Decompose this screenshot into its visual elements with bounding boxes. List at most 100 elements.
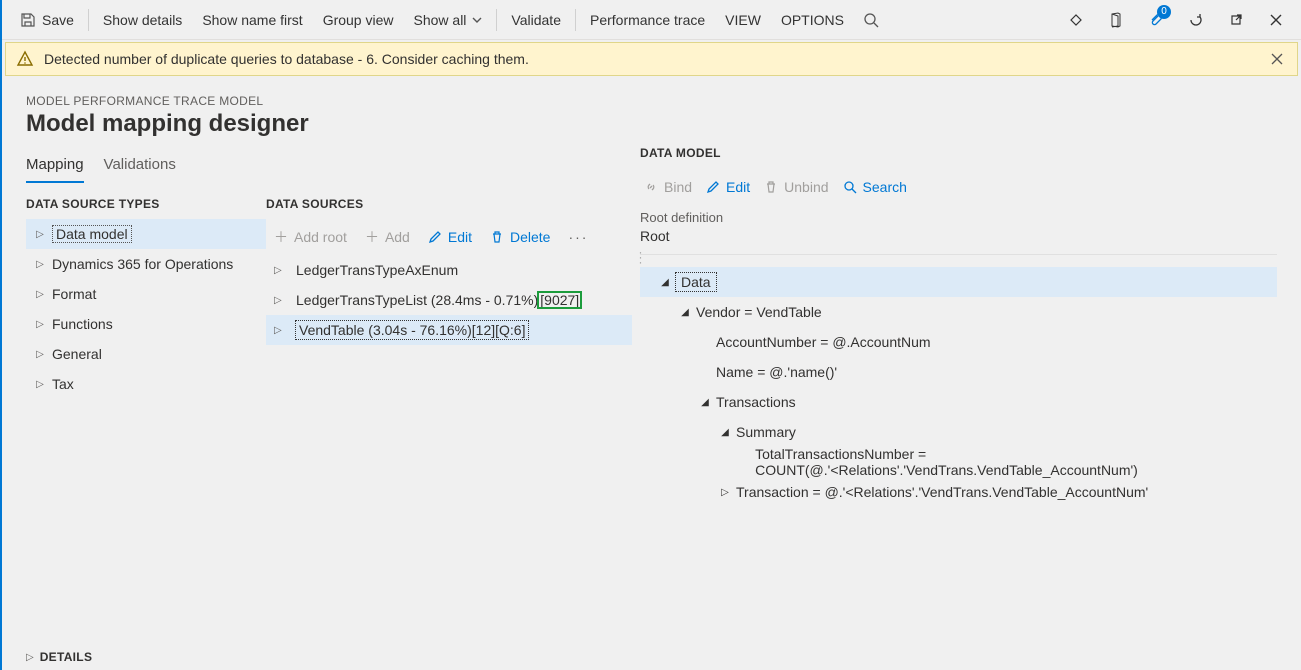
type-general[interactable]: ▷General xyxy=(26,339,266,369)
save-button[interactable]: Save xyxy=(10,1,84,39)
ds-item-ledgertranstypeaxenum[interactable]: ▷ LedgerTransTypeAxEnum xyxy=(266,255,632,285)
dm-node-label: Transaction = @.'<Relations'.'VendTrans.… xyxy=(736,484,1148,500)
unbind-button[interactable]: Unbind xyxy=(764,179,828,195)
plus-icon: ＋ xyxy=(274,227,288,247)
dm-node-transaction[interactable]: ▷ Transaction = @.'<Relations'.'VendTran… xyxy=(640,477,1277,507)
dm-node-account-number[interactable]: ◢ AccountNumber = @.AccountNum xyxy=(640,327,1277,357)
types-tree: ▷ Data model ▷ Dynamics 365 for Operation… xyxy=(26,219,266,399)
edit-button[interactable]: Edit xyxy=(706,179,750,195)
tab-validations[interactable]: Validations xyxy=(104,148,176,183)
connectivity-icon-button[interactable] xyxy=(1059,3,1093,37)
connectivity-icon xyxy=(1068,12,1084,28)
search-button[interactable]: Search xyxy=(843,179,907,195)
chevron-right-icon: ▷ xyxy=(718,487,732,498)
dm-node-label: AccountNumber = @.AccountNum xyxy=(716,334,931,350)
dm-node-label: TotalTransactionsNumber = COUNT(@.'<Rela… xyxy=(755,446,1277,478)
ds-item-vendtable[interactable]: ▷ VendTable (3.04s - 76.16%)[12][Q:6] xyxy=(266,315,632,345)
separator xyxy=(88,9,89,31)
chevron-down-icon: ◢ xyxy=(658,277,672,288)
ds-item-ledgertranstypelist[interactable]: ▷ LedgerTransTypeList (28.4ms - 0.71%) [… xyxy=(266,285,632,315)
type-d365[interactable]: ▷ Dynamics 365 for Operations xyxy=(26,249,266,279)
popout-button[interactable] xyxy=(1219,3,1253,37)
view-button[interactable]: VIEW xyxy=(715,1,771,39)
warning-close-button[interactable] xyxy=(1267,49,1287,69)
chevron-right-icon: ▷ xyxy=(32,319,48,330)
dm-node-summary[interactable]: ◢ Summary xyxy=(640,417,1277,447)
warning-text: Detected number of duplicate queries to … xyxy=(44,51,1267,67)
close-button[interactable] xyxy=(1259,3,1293,37)
pencil-icon xyxy=(428,230,442,244)
data-model-heading: DATA MODEL xyxy=(640,146,1277,160)
chevron-right-icon: ▷ xyxy=(32,229,48,240)
search-button[interactable] xyxy=(854,3,888,37)
delete-button[interactable]: Delete xyxy=(486,225,554,249)
type-data-model[interactable]: ▷ Data model xyxy=(26,219,266,249)
show-name-first-button[interactable]: Show name first xyxy=(192,1,312,39)
options-button[interactable]: OPTIONS xyxy=(771,1,854,39)
details-toggle[interactable]: ▷ DETAILS xyxy=(26,650,92,664)
group-view-button[interactable]: Group view xyxy=(313,1,404,39)
sources-heading: DATA SOURCES xyxy=(266,197,632,211)
validate-button[interactable]: Validate xyxy=(501,1,571,39)
warning-icon xyxy=(16,50,34,68)
chevron-down-icon: ◢ xyxy=(698,397,712,408)
tab-mapping[interactable]: Mapping xyxy=(26,148,84,183)
ds-item-label: LedgerTransTypeAxEnum xyxy=(296,262,458,278)
trash-icon xyxy=(764,180,778,194)
popout-icon xyxy=(1228,12,1244,28)
dm-node-name[interactable]: ◢ Name = @.'name()' xyxy=(640,357,1277,387)
chevron-right-icon: ▷ xyxy=(274,325,290,336)
ds-item-label: LedgerTransTypeList (28.4ms - 0.71%) xyxy=(296,292,538,308)
sources-toolbar: ＋Add root ＋Add Edit Delete ··· xyxy=(266,219,632,255)
dm-node-vendor[interactable]: ◢ Vendor = VendTable xyxy=(640,297,1277,327)
chevron-right-icon: ▷ xyxy=(26,652,34,663)
refresh-button[interactable] xyxy=(1179,3,1213,37)
top-toolbar: Save Show details Show name first Group … xyxy=(2,0,1301,40)
add-button[interactable]: ＋Add xyxy=(361,223,414,251)
chevron-right-icon: ▷ xyxy=(274,295,290,306)
performance-trace-button[interactable]: Performance trace xyxy=(580,1,715,39)
dm-node-total-transactions[interactable]: ◢ TotalTransactionsNumber = COUNT(@.'<Re… xyxy=(640,447,1277,477)
save-icon xyxy=(20,12,36,28)
data-model-toolbar: Bind Edit Unbind Search xyxy=(640,170,1277,204)
pencil-icon xyxy=(706,180,720,194)
ds-item-label: VendTable (3.04s - 76.16%)[12][Q:6] xyxy=(296,321,528,339)
dm-node-label: Name = @.'name()' xyxy=(716,364,837,380)
dm-node-label: Vendor = VendTable xyxy=(696,304,822,320)
ds-item-count-badge: [9027] xyxy=(538,292,581,308)
edit-button[interactable]: Edit xyxy=(424,225,476,249)
type-format[interactable]: ▷ Format xyxy=(26,279,266,309)
add-root-button[interactable]: ＋Add root xyxy=(270,223,351,251)
more-button[interactable]: ··· xyxy=(564,229,592,245)
page-title: Model mapping designer xyxy=(26,110,1277,138)
chevron-down-icon: ◢ xyxy=(718,427,732,438)
separator xyxy=(496,9,497,31)
type-functions[interactable]: ▷Functions xyxy=(26,309,266,339)
chevron-down-icon xyxy=(472,15,482,25)
type-label: Dynamics 365 for Operations xyxy=(52,256,233,272)
attachments-button[interactable]: 0 xyxy=(1139,3,1173,37)
sources-list: ▷ LedgerTransTypeAxEnum ▷ LedgerTransTyp… xyxy=(266,255,632,345)
data-model-tree: ◢ Data ◢ Vendor = VendTable ◢ AccountNum… xyxy=(640,267,1277,507)
bind-button[interactable]: Bind xyxy=(644,179,692,195)
dm-node-data[interactable]: ◢ Data xyxy=(640,267,1277,297)
dm-node-transactions[interactable]: ◢ Transactions xyxy=(640,387,1277,417)
root-definition-value: Root xyxy=(640,225,1277,252)
chevron-right-icon: ▷ xyxy=(32,259,48,270)
plus-icon: ＋ xyxy=(365,227,379,247)
close-icon xyxy=(1271,53,1283,65)
breadcrumb: MODEL PERFORMANCE TRACE MODEL xyxy=(26,94,1277,108)
office-icon-button[interactable] xyxy=(1099,3,1133,37)
refresh-icon xyxy=(1188,12,1204,28)
dm-node-label: Summary xyxy=(736,424,796,440)
show-details-button[interactable]: Show details xyxy=(93,1,192,39)
page-header: MODEL PERFORMANCE TRACE MODEL Model mapp… xyxy=(2,78,1301,142)
separator xyxy=(640,254,1277,255)
show-all-button[interactable]: Show all xyxy=(404,1,493,39)
type-label: Format xyxy=(52,286,96,302)
chevron-right-icon: ▷ xyxy=(32,289,48,300)
search-icon xyxy=(843,180,857,194)
type-tax[interactable]: ▷Tax xyxy=(26,369,266,399)
chevron-right-icon: ▷ xyxy=(274,265,290,276)
chevron-right-icon: ▷ xyxy=(32,349,48,360)
